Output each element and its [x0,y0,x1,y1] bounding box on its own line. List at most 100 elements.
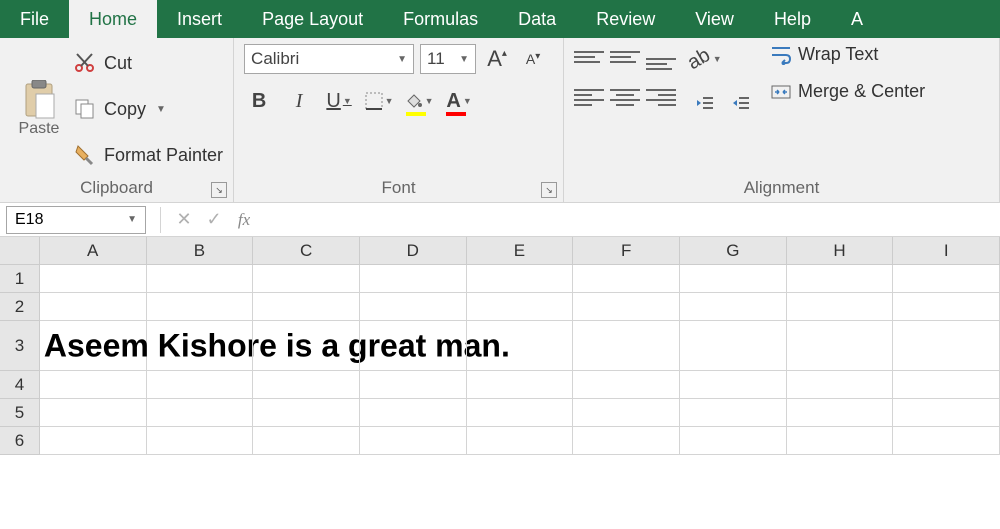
decrease-indent-button[interactable] [690,88,720,118]
cell[interactable] [40,371,147,399]
cell[interactable] [893,321,1000,371]
col-header-d[interactable]: D [360,237,467,264]
col-header-h[interactable]: H [787,237,894,264]
cell-a3[interactable]: Aseem Kishore is a great man. [40,321,147,371]
cell[interactable] [40,293,147,321]
cell[interactable] [147,293,254,321]
formula-input[interactable] [259,206,1000,234]
cell[interactable] [467,371,574,399]
cell[interactable] [253,321,360,371]
clipboard-launcher[interactable]: ↘ [211,182,227,198]
cell[interactable] [787,399,894,427]
merge-center-button[interactable]: Merge & Center [770,81,925,102]
tab-truncated[interactable]: A [831,0,883,38]
cell[interactable] [253,371,360,399]
cell[interactable] [40,399,147,427]
font-launcher[interactable]: ↘ [541,182,557,198]
cell[interactable] [253,427,360,455]
tab-help[interactable]: Help [754,0,831,38]
cell[interactable] [467,293,574,321]
row-header-5[interactable]: 5 [0,399,40,427]
cell[interactable] [680,265,787,293]
cell[interactable] [787,371,894,399]
cell[interactable] [787,293,894,321]
cell[interactable] [467,321,574,371]
col-header-c[interactable]: C [253,237,360,264]
col-header-a[interactable]: A [40,237,147,264]
cell[interactable] [573,265,680,293]
cell[interactable] [40,265,147,293]
font-color-button[interactable]: A ▼ [444,86,474,116]
cancel-formula-button[interactable]: ✕ [169,206,199,234]
tab-formulas[interactable]: Formulas [383,0,498,38]
cell[interactable] [253,265,360,293]
col-header-g[interactable]: G [680,237,787,264]
font-size-selector[interactable]: 11 ▼ [420,44,476,74]
borders-button[interactable]: ▼ [364,86,394,116]
cell[interactable] [680,321,787,371]
select-all-corner[interactable] [0,237,40,264]
wrap-text-button[interactable]: Wrap Text [770,44,925,65]
font-name-selector[interactable]: Calibri ▼ [244,44,414,74]
increase-indent-button[interactable] [726,88,756,118]
cell[interactable] [360,371,467,399]
cell[interactable] [253,399,360,427]
row-header-3[interactable]: 3 [0,321,40,371]
cell[interactable] [147,427,254,455]
cell[interactable] [467,427,574,455]
fill-color-button[interactable]: ▼ [404,86,434,116]
align-right-button[interactable] [646,84,676,110]
row-header-6[interactable]: 6 [0,427,40,455]
shrink-font-button[interactable]: A▾ [518,44,548,74]
tab-page-layout[interactable]: Page Layout [242,0,383,38]
row-header-2[interactable]: 2 [0,293,40,321]
align-bottom-button[interactable] [646,44,676,70]
cell[interactable] [680,427,787,455]
cell[interactable] [893,265,1000,293]
underline-button[interactable]: U▼ [324,86,354,116]
col-header-e[interactable]: E [467,237,574,264]
tab-review[interactable]: Review [576,0,675,38]
orientation-button[interactable]: ab▼ [690,44,720,74]
tab-view[interactable]: View [675,0,754,38]
cell[interactable] [573,399,680,427]
align-left-button[interactable] [574,84,604,110]
cell[interactable] [573,371,680,399]
italic-button[interactable]: I [284,86,314,116]
align-top-button[interactable] [574,44,604,70]
cell[interactable] [680,371,787,399]
cell[interactable] [787,427,894,455]
col-header-i[interactable]: I [893,237,1000,264]
cell[interactable] [680,399,787,427]
tab-insert[interactable]: Insert [157,0,242,38]
cell[interactable] [147,265,254,293]
cell[interactable] [893,427,1000,455]
cell[interactable] [573,293,680,321]
tab-data[interactable]: Data [498,0,576,38]
bold-button[interactable]: B [244,86,274,116]
col-header-b[interactable]: B [147,237,254,264]
align-middle-button[interactable] [610,44,640,70]
cell[interactable] [360,265,467,293]
cell[interactable] [467,265,574,293]
copy-dropdown[interactable]: ▼ [156,104,166,115]
cell[interactable] [360,321,467,371]
align-center-button[interactable] [610,84,640,110]
cell[interactable] [147,321,254,371]
row-header-4[interactable]: 4 [0,371,40,399]
cell[interactable] [360,399,467,427]
cell[interactable] [787,265,894,293]
cell[interactable] [893,293,1000,321]
cell[interactable] [147,399,254,427]
cell[interactable] [893,399,1000,427]
format-painter-button[interactable]: Format Painter [74,144,223,166]
cell[interactable] [467,399,574,427]
enter-formula-button[interactable]: ✓ [199,206,229,234]
cell[interactable] [787,321,894,371]
cell[interactable] [40,427,147,455]
cell[interactable] [253,293,360,321]
insert-function-button[interactable]: fx [229,206,259,234]
cell[interactable] [147,371,254,399]
name-box[interactable]: E18 ▼ [6,206,146,234]
grow-font-button[interactable]: A▴ [482,44,512,74]
